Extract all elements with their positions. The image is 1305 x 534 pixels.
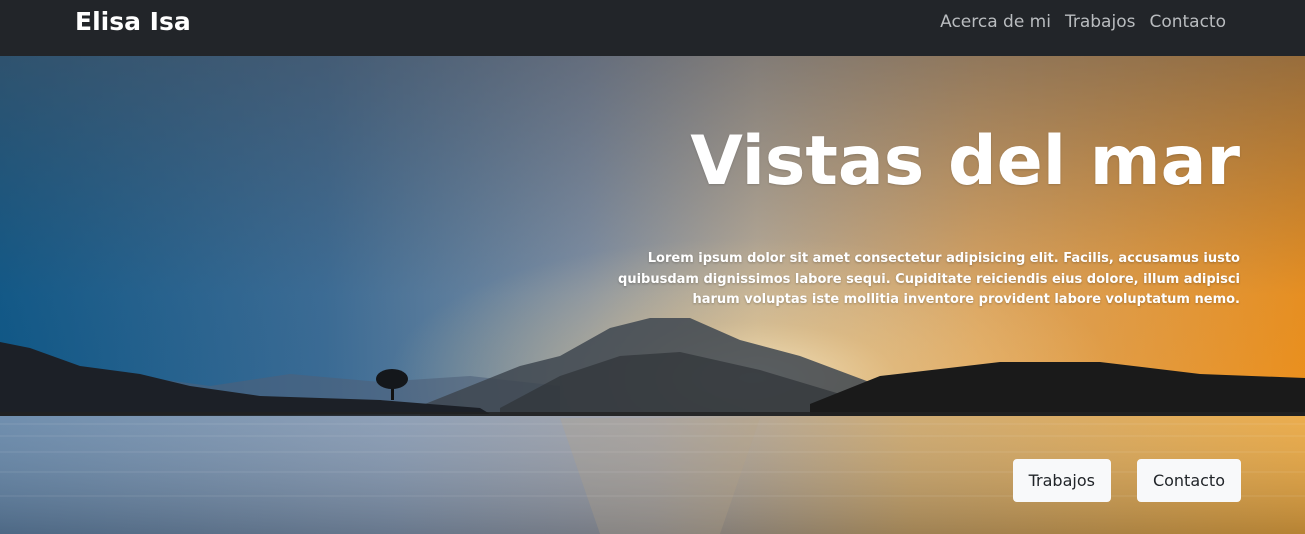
contacto-button[interactable]: Contacto: [1136, 459, 1241, 502]
hero-title: Vistas del mar: [690, 122, 1240, 201]
hero-content: Vistas del mar Lorem ipsum dolor sit ame…: [540, 126, 1240, 323]
hero-description: Lorem ipsum dolor sit amet consectetur a…: [618, 251, 1240, 307]
nav-links: Acerca de mi Trabajos Contacto: [933, 12, 1233, 32]
nav-link-contacto[interactable]: Contacto: [1142, 12, 1233, 32]
trabajos-button[interactable]: Trabajos: [1012, 459, 1111, 502]
top-navbar: Elisa Isa Acerca de mi Trabajos Contacto: [0, 0, 1305, 56]
brand-logo[interactable]: Elisa Isa: [75, 7, 191, 36]
nav-link-trabajos[interactable]: Trabajos: [1058, 12, 1142, 32]
hero-buttons: Trabajos Contacto: [1012, 459, 1241, 502]
nav-link-acerca[interactable]: Acerca de mi: [933, 12, 1058, 32]
hero-section: Vistas del mar Lorem ipsum dolor sit ame…: [0, 56, 1305, 534]
